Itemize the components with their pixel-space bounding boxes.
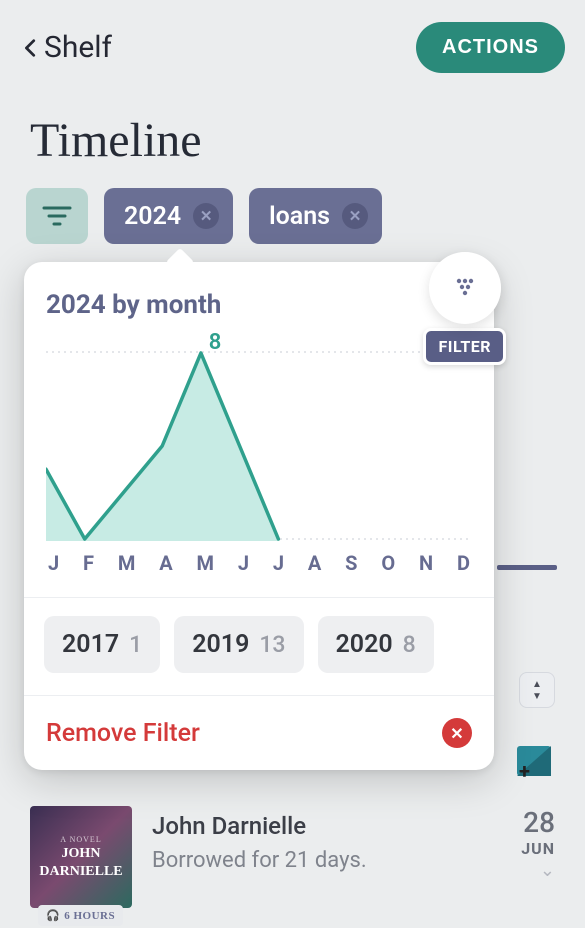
filter-badge[interactable]: FILTER — [423, 252, 506, 365]
filter-chip-year[interactable]: 2024 ✕ — [104, 188, 233, 244]
chevron-down-icon[interactable]: ⌄ — [521, 860, 555, 881]
page-title: Timeline — [0, 83, 585, 188]
year-chip[interactable]: 2019 13 — [174, 616, 303, 673]
remove-filter-label: Remove Filter — [46, 719, 200, 748]
sort-toggle[interactable]: ▲ ▼ — [519, 672, 555, 708]
headphones-icon: 🎧 — [46, 909, 60, 922]
chip-label: loans — [269, 202, 330, 231]
back-label: Shelf — [44, 30, 112, 65]
axis-tick: M — [118, 551, 136, 575]
stack-icon[interactable]: + — [513, 740, 557, 782]
popup-title: 2024 by month — [46, 290, 472, 320]
svg-text:+: + — [519, 759, 530, 782]
year-chip-year: 2020 — [336, 630, 393, 659]
year-chip[interactable]: 2017 1 — [44, 616, 160, 673]
filter-badge-label: FILTER — [423, 328, 506, 365]
tab-underline — [497, 565, 557, 570]
axis-tick: A — [308, 551, 321, 575]
chip-remove-icon[interactable]: ✕ — [193, 203, 219, 229]
chevron-left-icon — [20, 32, 42, 64]
axis-tick: F — [83, 551, 94, 575]
axis-tick: A — [159, 551, 172, 575]
year-chip-year: 2019 — [192, 630, 249, 659]
chart-axis-labels: JFMAMJJASOND — [46, 545, 472, 587]
close-icon: ✕ — [442, 718, 472, 748]
item-date: 28 JUN ⌄ — [521, 806, 555, 881]
year-chip-count: 13 — [259, 631, 285, 658]
axis-tick: O — [381, 551, 395, 575]
chip-remove-icon[interactable]: ✕ — [342, 203, 368, 229]
axis-tick: J — [48, 551, 59, 575]
book-cover: A NOVEL JOHN DARNIELLE 🎧 6 HOURS — [30, 806, 132, 908]
filter-chip-loans[interactable]: loans ✕ — [249, 188, 382, 244]
year-chip-count: 1 — [129, 631, 142, 658]
axis-tick: D — [457, 551, 470, 575]
remove-filter-button[interactable]: Remove Filter ✕ — [24, 695, 494, 770]
timeline-item[interactable]: A NOVEL JOHN DARNIELLE 🎧 6 HOURS John Da… — [30, 806, 555, 908]
grapes-icon — [452, 275, 478, 301]
axis-tick: J — [273, 551, 284, 575]
chip-label: 2024 — [124, 202, 181, 231]
back-button[interactable]: Shelf — [20, 30, 112, 65]
axis-tick: N — [419, 551, 433, 575]
year-filter-popup: 2024 by month FILTER 8 JFMAMJJASO — [24, 262, 494, 770]
year-chip[interactable]: 2020 8 — [318, 616, 434, 673]
mini-area-chart — [46, 351, 472, 541]
year-chip-count: 8 — [403, 631, 416, 658]
item-author: John Darnielle — [152, 812, 501, 840]
axis-tick: S — [345, 551, 357, 575]
axis-tick: J — [238, 551, 249, 575]
caret-up-icon: ▲ — [532, 679, 542, 690]
item-status: Borrowed for 21 days. — [152, 848, 501, 873]
actions-button[interactable]: ACTIONS — [416, 22, 565, 73]
year-list: 2017 1 2019 13 2020 8 — [24, 597, 494, 695]
year-chip-year: 2017 — [62, 630, 119, 659]
axis-tick: M — [196, 551, 214, 575]
caret-down-icon: ▼ — [532, 691, 542, 702]
duration-badge: 🎧 6 HOURS — [38, 905, 123, 926]
filter-icon — [42, 204, 72, 228]
filter-button[interactable] — [26, 188, 88, 244]
